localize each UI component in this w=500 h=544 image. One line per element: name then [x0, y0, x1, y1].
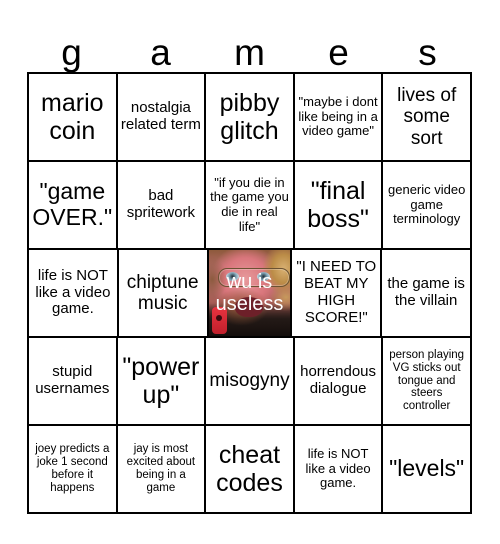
- free-space-photo: wu is useless: [208, 250, 291, 336]
- bingo-cell-r2c2[interactable]: bad spritework: [117, 162, 207, 250]
- bingo-cell-text: mario coin: [41, 89, 104, 145]
- free-space-caption-line-1: wu is: [226, 271, 273, 293]
- bingo-cell-text: "levels": [389, 455, 465, 482]
- bingo-cell-text: misogyny: [209, 370, 290, 392]
- bingo-cell-text: jay is most excited about being in a gam…: [126, 443, 196, 494]
- bingo-cell-r1c2[interactable]: nostalgia related term: [117, 74, 207, 162]
- bingo-cell-r5c2[interactable]: jay is most excited about being in a gam…: [117, 426, 207, 514]
- bingo-grid: mario coin nostalgia related term pibby …: [27, 72, 472, 514]
- bingo-cell-text: person playing VG sticks out tongue and …: [389, 348, 465, 413]
- bingo-row: mario coin nostalgia related term pibby …: [29, 74, 472, 162]
- bingo-cell-text: joey predicts a joke 1 second before it …: [35, 443, 110, 494]
- bingo-cell-r2c3[interactable]: "if you die in the game you die in real …: [206, 162, 295, 250]
- bingo-cell-text: bad spritework: [126, 187, 196, 221]
- bingo-row: "game OVER." bad spritework "if you die …: [29, 162, 472, 250]
- bingo-title-letter-5: s: [418, 32, 437, 73]
- bingo-card: g a m e s mario coin nostalgia related t…: [27, 22, 472, 514]
- bingo-cell-text: generic video game terminology: [388, 182, 466, 227]
- bingo-cell-r4c3[interactable]: misogyny: [206, 338, 295, 426]
- bingo-cell-r4c1[interactable]: stupid usernames: [29, 338, 118, 426]
- bingo-cell-r1c5[interactable]: lives of some sort: [383, 74, 472, 162]
- bingo-cell-text: "power up": [122, 353, 200, 409]
- bingo-row: joey predicts a joke 1 second before it …: [29, 426, 472, 514]
- bingo-title-letter-3: m: [234, 32, 265, 73]
- bingo-cell-r4c2[interactable]: "power up": [117, 338, 207, 426]
- bingo-cell-r2c4[interactable]: "final boss": [294, 162, 384, 250]
- bingo-cell-text: "I NEED TO BEAT MY HIGH SCORE!": [296, 258, 377, 326]
- bingo-cell-text: life is NOT like a video game.: [305, 446, 371, 491]
- free-space-caption-line-2: useless: [215, 293, 284, 315]
- bingo-cell-r4c5[interactable]: person playing VG sticks out tongue and …: [383, 338, 472, 426]
- bingo-cell-text: pibby glitch: [219, 89, 280, 145]
- bingo-cell-r3c5[interactable]: the game is the villain: [382, 250, 472, 338]
- bingo-cell-text: stupid usernames: [35, 363, 110, 397]
- bingo-cell-text: lives of some sort: [397, 85, 457, 149]
- bingo-cell-r3c4[interactable]: "I NEED TO BEAT MY HIGH SCORE!": [292, 250, 383, 338]
- bingo-cell-text: chiptune music: [126, 271, 199, 314]
- bingo-cell-r4c4[interactable]: horrendous dialogue: [294, 338, 384, 426]
- bingo-title-letter-1: g: [61, 32, 82, 73]
- bingo-cell-r5c5[interactable]: "levels": [383, 426, 472, 514]
- bingo-cell-text: nostalgia related term: [120, 99, 201, 133]
- bingo-cell-text: "if you die in the game you die in real …: [210, 174, 289, 234]
- bingo-row: stupid usernames "power up" misogyny hor…: [29, 338, 472, 426]
- bingo-cell-r2c1[interactable]: "game OVER.": [29, 162, 118, 250]
- bingo-cell-r3c1[interactable]: life is NOT like a video game.: [29, 250, 119, 338]
- bingo-row: life is NOT like a video game. chiptune …: [29, 250, 472, 338]
- free-space-caption: wu is useless: [209, 271, 291, 315]
- bingo-cell-text: "game OVER.": [32, 178, 113, 230]
- bingo-cell-free-space[interactable]: wu is useless: [208, 250, 293, 338]
- bingo-cell-text: "final boss": [307, 177, 369, 233]
- bingo-cell-r3c2[interactable]: chiptune music: [118, 250, 209, 338]
- bingo-title-letter-2: a: [150, 32, 171, 73]
- bingo-cell-r5c1[interactable]: joey predicts a joke 1 second before it …: [29, 426, 118, 514]
- bingo-cell-r1c4[interactable]: "maybe i dont like being in a video game…: [294, 74, 384, 162]
- bingo-cell-text: the game is the villain: [387, 275, 465, 309]
- bingo-cell-r1c3[interactable]: pibby glitch: [206, 74, 295, 162]
- bingo-cell-text: "maybe i dont like being in a video game…: [298, 94, 378, 139]
- bingo-cell-text: life is NOT like a video game.: [35, 266, 111, 318]
- bingo-cell-r2c5[interactable]: generic video game terminology: [383, 162, 472, 250]
- bingo-cell-r5c3[interactable]: cheat codes: [206, 426, 295, 514]
- bingo-title-row: g a m e s: [27, 22, 472, 72]
- bingo-cell-text: horrendous dialogue: [300, 363, 377, 397]
- bingo-cell-r5c4[interactable]: life is NOT like a video game.: [294, 426, 384, 514]
- bingo-cell-r1c1[interactable]: mario coin: [29, 74, 118, 162]
- bingo-cell-text: cheat codes: [216, 441, 283, 497]
- bingo-title-letter-4: e: [328, 32, 349, 73]
